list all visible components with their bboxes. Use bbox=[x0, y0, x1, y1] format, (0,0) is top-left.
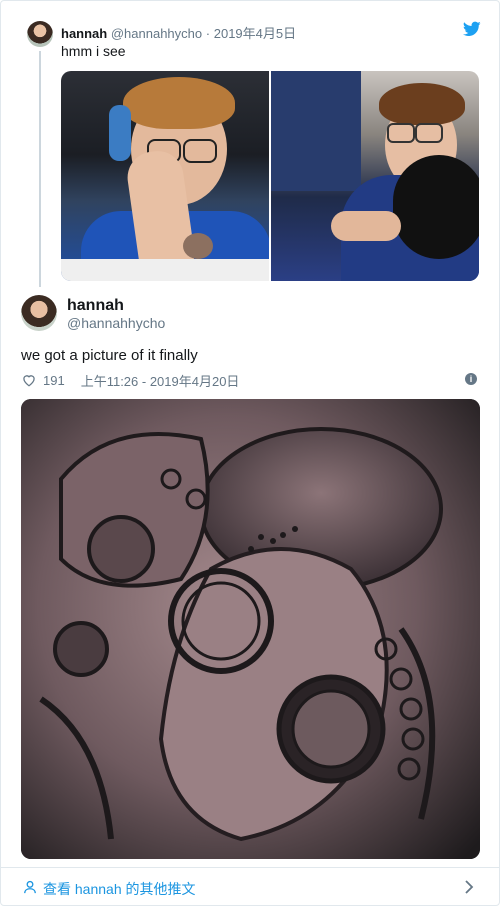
parent-tweet-date[interactable]: 2019年4月5日 bbox=[214, 26, 296, 41]
parent-author-handle[interactable]: @hannahhycho bbox=[111, 26, 202, 41]
parent-tweet-header: hannah @hannahhycho · 2019年4月5日 bbox=[61, 23, 296, 42]
tweet-photo-1[interactable] bbox=[61, 71, 269, 281]
main-tweet-text: we got a picture of it finally bbox=[21, 347, 198, 364]
main-author-name[interactable]: hannah bbox=[67, 297, 124, 315]
heart-icon[interactable] bbox=[21, 373, 37, 387]
view-more-label[interactable]: 查看 hannah 的其他推文 bbox=[43, 879, 196, 899]
octopus-tattoo-illustration bbox=[21, 399, 480, 859]
tweet-photo-tattoo[interactable] bbox=[21, 399, 480, 859]
tweet-meta-row: 191 上午11:26 - 2019年4月20日 bbox=[21, 371, 239, 389]
parent-author-name[interactable]: hannah bbox=[61, 26, 107, 41]
main-avatar[interactable] bbox=[21, 295, 57, 331]
user-icon bbox=[24, 880, 36, 894]
main-author-handle[interactable]: @hannahhycho bbox=[67, 315, 165, 331]
tweet-timestamp[interactable]: 上午11:26 - 2019年4月20日 bbox=[81, 371, 240, 390]
header-separator: · bbox=[205, 26, 211, 41]
chevron-right-icon[interactable] bbox=[463, 880, 475, 894]
like-count[interactable]: 191 bbox=[43, 373, 65, 388]
view-more-tweets-link[interactable]: 查看 hannah 的其他推文 bbox=[1, 867, 499, 906]
parent-tweet-text: hmm i see bbox=[61, 43, 126, 59]
parent-avatar[interactable] bbox=[27, 21, 53, 47]
tweet-embed-card: hannah @hannahhycho · 2019年4月5日 hmm i se… bbox=[0, 0, 500, 906]
tweet-photo-2[interactable] bbox=[271, 71, 479, 281]
thread-connector-line bbox=[39, 51, 41, 287]
info-icon[interactable]: i bbox=[465, 373, 477, 385]
twitter-bird-icon[interactable] bbox=[463, 21, 481, 37]
